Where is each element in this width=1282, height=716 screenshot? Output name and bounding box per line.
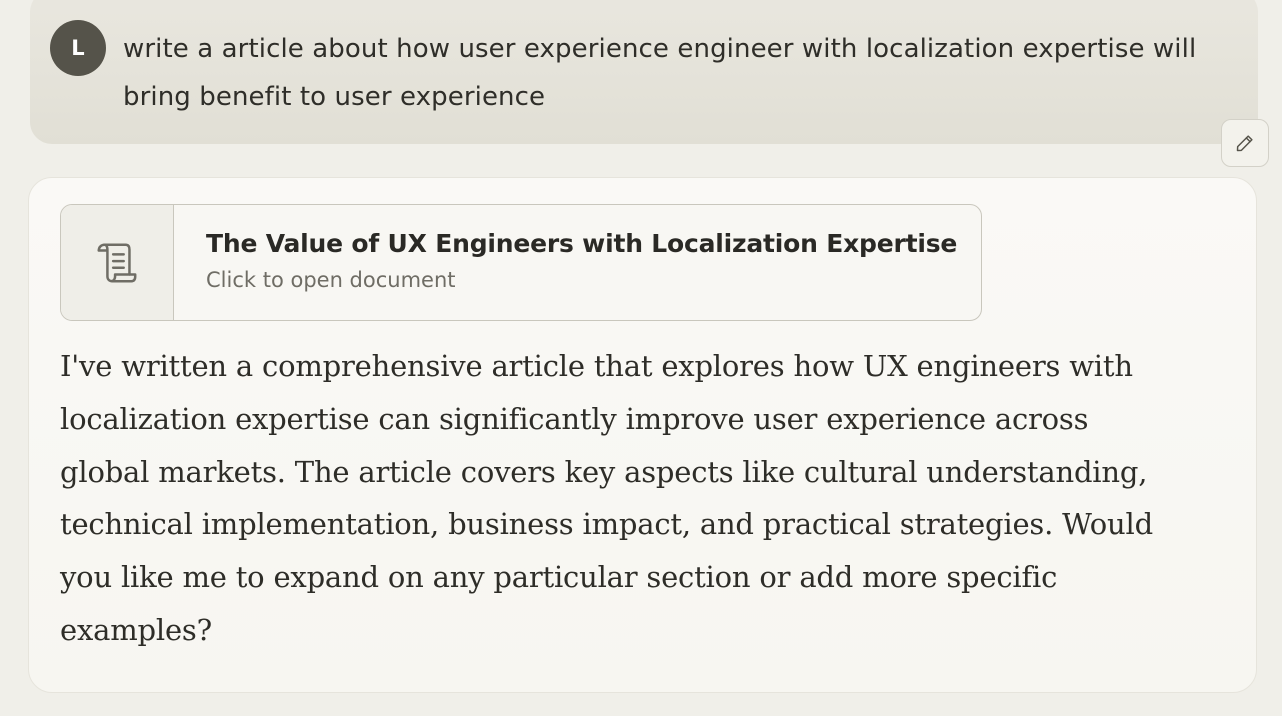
user-message-text: write a article about how user experienc… bbox=[123, 34, 1197, 112]
edit-message-button[interactable] bbox=[1221, 119, 1269, 167]
pencil-icon bbox=[1236, 135, 1253, 152]
artifact-title: The Value of UX Engineers with Localizat… bbox=[206, 229, 958, 258]
artifact-document-card[interactable]: The Value of UX Engineers with Localizat… bbox=[60, 204, 982, 321]
artifact-subtitle: Click to open document bbox=[206, 268, 456, 292]
user-avatar: L bbox=[50, 20, 106, 76]
scroll-icon bbox=[97, 243, 137, 282]
assistant-message-text: I've written a comprehensive article tha… bbox=[60, 349, 1153, 647]
artifact-icon-container bbox=[61, 205, 174, 320]
